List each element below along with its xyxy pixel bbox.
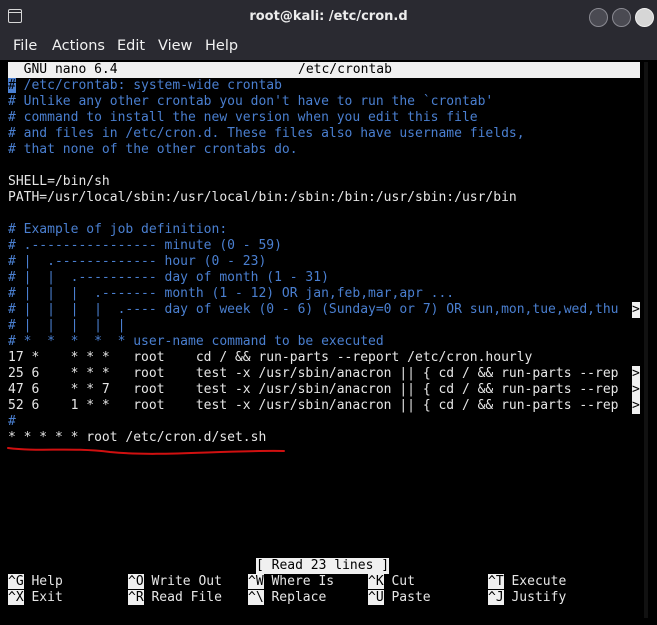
line-text: # | | | | .---- day of week (0 - 6) (Sun…: [8, 302, 619, 317]
line-continues-marker: >: [632, 366, 640, 382]
line-text: # | | | | |: [8, 318, 126, 333]
file-line: 25 6 * * * root test -x /usr/sbin/anacro…: [8, 366, 640, 382]
line-continues-marker: >: [632, 302, 640, 318]
shortcut-label: Replace: [263, 590, 327, 605]
shortcut-key: ^U: [368, 590, 384, 605]
line-text: 17 * * * * root cd / && run-parts --repo…: [8, 350, 533, 365]
shortcut-key: ^W: [248, 574, 264, 589]
line-text: # and files in /etc/cron.d. These files …: [8, 126, 525, 141]
line-text: # Example of job definition:: [8, 222, 228, 237]
shortcut-read-file[interactable]: ^R Read File: [128, 590, 222, 606]
file-line: * * * * * root /etc/cron.d/set.sh: [8, 430, 266, 446]
line-text: 52 6 1 * * root test -x /usr/sbin/anacro…: [8, 398, 619, 413]
file-line: 17 * * * * root cd / && run-parts --repo…: [8, 350, 532, 366]
line-text: # | | .---------- day of month (1 - 31): [8, 270, 329, 285]
shortcut-label: Justify: [503, 590, 567, 605]
file-line: # Example of job definition:: [8, 222, 227, 238]
maximize-button[interactable]: [612, 8, 631, 27]
line-text: /etc/crontab: system-wide crontab: [15, 78, 282, 93]
shortcut-paste[interactable]: ^U Paste: [368, 590, 431, 606]
line-text: SHELL=/bin/sh: [8, 174, 110, 189]
shortcut-label: Cut: [383, 574, 415, 589]
file-line: # | .------------- hour (0 - 23): [8, 254, 266, 270]
file-line: # /etc/crontab: system-wide crontab: [8, 78, 282, 94]
shortcut-key: ^K: [368, 574, 384, 589]
text-cursor: #: [8, 78, 16, 93]
shortcut-execute[interactable]: ^T Execute: [488, 574, 566, 590]
file-line: # * * * * * user-name command to be exec…: [8, 334, 384, 350]
menu-file[interactable]: File: [13, 34, 37, 60]
nano-editor[interactable]: GNU nano 6.4/etc/crontab # /etc/crontab:…: [8, 62, 640, 618]
nano-header: GNU nano 6.4/etc/crontab: [8, 62, 640, 78]
file-line: # Unlike any other crontab you don't hav…: [8, 94, 493, 110]
line-text: # that none of the other crontabs do.: [8, 142, 298, 157]
file-line: # | | | | |: [8, 318, 125, 334]
file-line: # .---------------- minute (0 - 59): [8, 238, 282, 254]
file-line: 52 6 1 * * root test -x /usr/sbin/anacro…: [8, 398, 640, 414]
shortcut-label: Write Out: [143, 574, 222, 589]
shortcut-label: Exit: [23, 590, 63, 605]
window-title: root@kali: /etc/cron.d: [249, 9, 408, 24]
shortcut-justify[interactable]: ^J Justify: [488, 590, 566, 606]
line-text: # | | | .------- month (1 - 12) OR jan,f…: [8, 286, 455, 301]
file-line: PATH=/usr/local/sbin:/usr/local/bin:/sbi…: [8, 190, 517, 206]
shortcut-key: ^\: [248, 590, 264, 605]
file-line: SHELL=/bin/sh: [8, 174, 110, 190]
shortcut-key: ^X: [8, 590, 24, 605]
scrollbar[interactable]: [644, 62, 648, 618]
file-line: #: [8, 414, 16, 430]
line-text: 25 6 * * * root test -x /usr/sbin/anacro…: [8, 366, 619, 381]
line-text: #: [8, 414, 16, 429]
menu-edit[interactable]: Edit: [117, 34, 145, 60]
status-message: [ Read 23 lines ]: [256, 558, 390, 574]
file-line: # command to install the new version whe…: [8, 110, 478, 126]
line-text: # * * * * * user-name command to be exec…: [8, 334, 384, 349]
line-text: PATH=/usr/local/sbin:/usr/local/bin:/sbi…: [8, 190, 517, 205]
minimize-button[interactable]: [589, 8, 608, 27]
shortcut-key: ^G: [8, 574, 24, 589]
line-continues-marker: >: [632, 398, 640, 414]
menu-bar: File Actions Edit View Help: [0, 34, 657, 60]
shortcut-label: Execute: [503, 574, 567, 589]
shortcut-key: ^O: [128, 574, 144, 589]
shortcut-key: ^T: [488, 574, 504, 589]
shortcut-help[interactable]: ^G Help: [8, 574, 63, 590]
shortcut-replace[interactable]: ^\ Replace: [248, 590, 326, 606]
shortcut-label: Paste: [383, 590, 431, 605]
file-line: # | | | | .---- day of week (0 - 6) (Sun…: [8, 302, 640, 318]
file-line: # and files in /etc/cron.d. These files …: [8, 126, 525, 142]
shortcut-cut[interactable]: ^K Cut: [368, 574, 415, 590]
line-text: # | .------------- hour (0 - 23): [8, 254, 267, 269]
line-text: 47 6 * * 7 root test -x /usr/sbin/anacro…: [8, 382, 619, 397]
nano-version: GNU nano 6.4: [8, 62, 118, 77]
title-bar: root@kali: /etc/cron.d: [0, 0, 657, 34]
shortcut-key: ^J: [488, 590, 504, 605]
close-button[interactable]: [635, 8, 654, 27]
nano-filename: /etc/crontab: [298, 62, 392, 77]
shortcut-label: Read File: [143, 590, 222, 605]
menu-view[interactable]: View: [158, 34, 192, 60]
line-text: * * * * * root /etc/cron.d/set.sh: [8, 430, 267, 445]
shortcut-write-out[interactable]: ^O Write Out: [128, 574, 222, 590]
shortcut-label: Help: [23, 574, 63, 589]
file-line: # that none of the other crontabs do.: [8, 142, 298, 158]
shortcut-where-is[interactable]: ^W Where Is: [248, 574, 334, 590]
menu-help[interactable]: Help: [205, 34, 238, 60]
file-line: # | | .---------- day of month (1 - 31): [8, 270, 329, 286]
shortcut-label: Where Is: [263, 574, 335, 589]
shortcut-exit[interactable]: ^X Exit: [8, 590, 63, 606]
line-text: # command to install the new version whe…: [8, 110, 478, 125]
line-continues-marker: >: [632, 382, 640, 398]
line-text: # Unlike any other crontab you don't hav…: [8, 94, 494, 109]
menu-actions[interactable]: Actions: [52, 34, 105, 60]
terminal-window: root@kali: /etc/cron.d File Actions Edit…: [0, 0, 657, 625]
file-line: 47 6 * * 7 root test -x /usr/sbin/anacro…: [8, 382, 640, 398]
shortcut-key: ^R: [128, 590, 144, 605]
file-line: # | | | .------- month (1 - 12) OR jan,f…: [8, 286, 454, 302]
line-text: # .---------------- minute (0 - 59): [8, 238, 282, 253]
